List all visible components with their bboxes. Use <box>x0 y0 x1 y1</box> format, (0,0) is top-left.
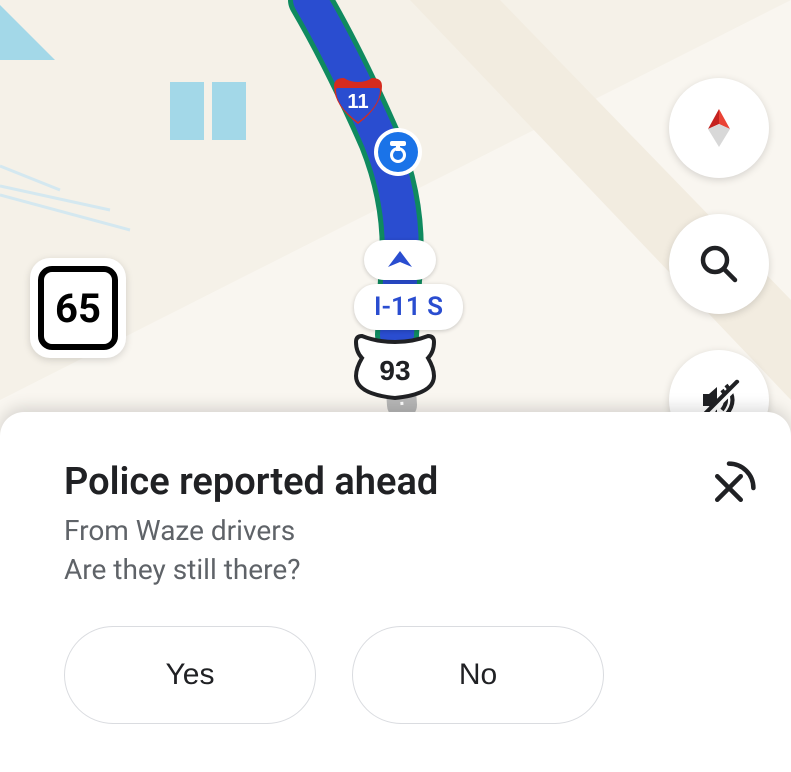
close-button[interactable] <box>701 460 757 516</box>
speed-limit-sign: 65 <box>30 258 126 358</box>
interstate-shield: 11 <box>330 70 386 130</box>
svg-text:11: 11 <box>347 91 368 113</box>
report-source: From Waze drivers <box>64 514 727 547</box>
compass-icon <box>696 105 742 151</box>
speed-limit-value: 65 <box>38 266 118 350</box>
chevron-up-icon <box>386 249 414 271</box>
vehicle-direction-arrow <box>364 240 436 280</box>
current-road-label: I-11 S <box>354 284 463 330</box>
us-route-shield: 93 <box>352 332 438 406</box>
report-title: Police reported ahead <box>64 460 727 504</box>
report-question: Are they still there? <box>64 553 727 586</box>
search-icon <box>697 242 741 286</box>
report-actions: Yes No <box>64 626 727 724</box>
no-button[interactable]: No <box>352 626 604 724</box>
report-bottom-sheet: Police reported ahead From Waze drivers … <box>0 412 791 772</box>
compass-button[interactable] <box>669 78 769 178</box>
yes-button[interactable]: Yes <box>64 626 316 724</box>
search-button[interactable] <box>669 214 769 314</box>
police-report-pin[interactable] <box>372 126 424 182</box>
svg-text:93: 93 <box>379 355 410 386</box>
